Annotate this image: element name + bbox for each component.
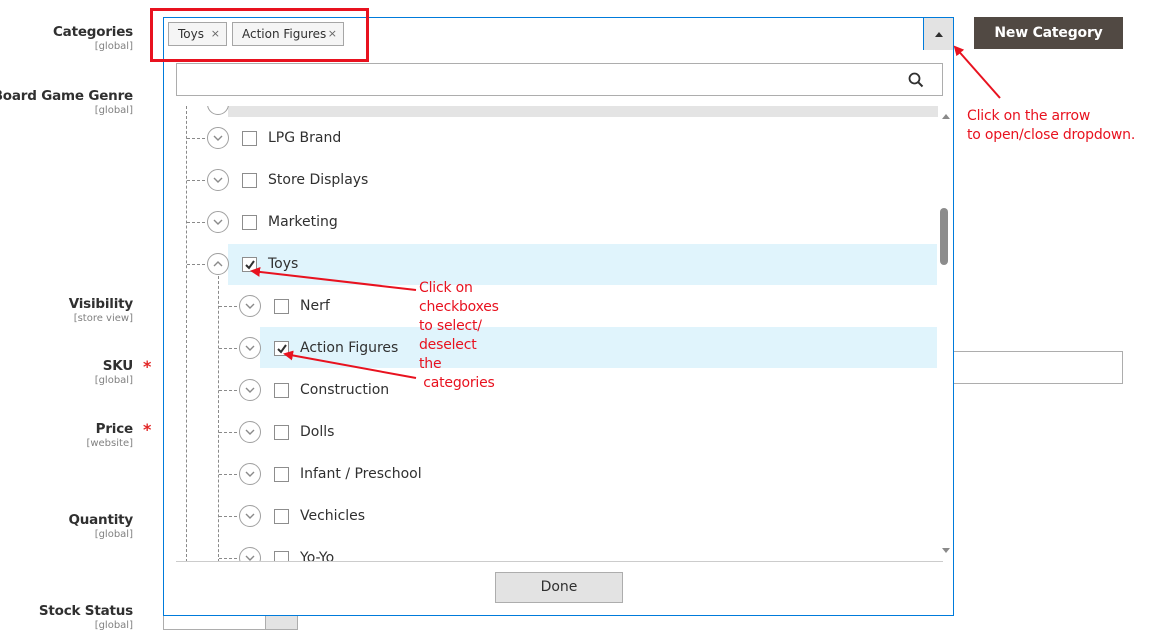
annotation-arrow-toggle xyxy=(953,45,1001,99)
annotation-arrows xyxy=(250,45,1001,379)
annotation-arrow-action-figures xyxy=(283,350,417,379)
annotation-arrow-toys xyxy=(250,266,417,291)
